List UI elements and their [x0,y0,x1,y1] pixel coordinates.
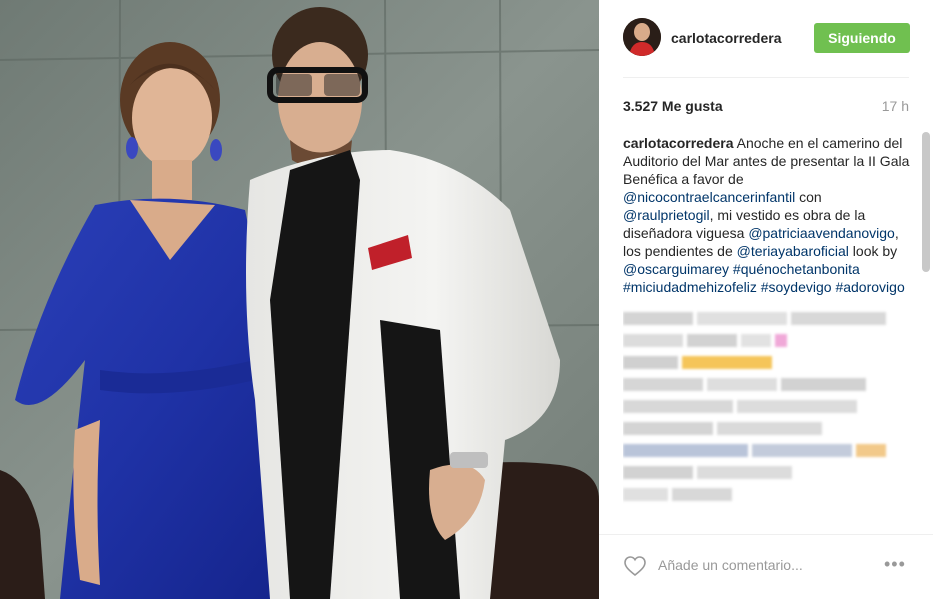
blurred-comment-line [623,484,913,501]
hashtag-link[interactable]: #soydevigo [761,279,832,295]
avatar[interactable] [623,18,661,56]
comments-scrollbar[interactable] [922,132,930,272]
header-divider [623,77,909,78]
mention-link[interactable]: @teriayabaroficial [737,243,849,259]
caption: carlotacorredera Anoche en el camerino d… [623,134,913,296]
footer-divider [599,534,933,535]
mention-link[interactable]: @nicocontraelcancerinfantil [623,189,795,205]
likes-count[interactable]: 3.527 Me gusta [623,98,723,114]
caption-author-link[interactable]: carlotacorredera [623,135,734,151]
post-header: carlotacorredera Siguiendo [623,18,910,58]
blurred-comment-line [623,308,913,325]
post-time[interactable]: 17 h [882,98,909,114]
hashtag-link[interactable]: #adorovigo [835,279,904,295]
blurred-comment-line [623,352,913,369]
blurred-comment-line [623,396,913,413]
post-photo-illustration [0,0,599,599]
mention-link[interactable]: @raulprietogil [623,207,710,223]
hashtag-link[interactable]: #miciudadmehizofeliz [623,279,757,295]
blurred-comment-line [623,330,913,347]
blurred-comment-line [623,374,913,391]
username[interactable]: carlotacorredera [671,30,782,46]
blurred-comment-line [623,418,913,435]
blurred-comment-line [623,440,913,457]
mention-link[interactable]: @patriciaavendanovigo [748,225,895,241]
more-options-icon[interactable]: ••• [884,555,912,573]
blurred-comment-line [623,462,913,479]
post-side-panel: carlotacorredera Siguiendo 3.527 Me gust… [599,0,933,599]
post-photo[interactable] [0,0,599,599]
hashtag-link[interactable]: #quénochetanbonita [733,261,860,277]
caption-text: look by [848,243,898,259]
caption-text: con [795,189,822,205]
blurred-comments [623,308,913,501]
avatar-image [623,18,661,56]
following-button[interactable]: Siguiendo [814,23,910,53]
comment-input[interactable] [658,555,868,575]
mention-link[interactable]: @oscarguimarey [623,261,729,277]
comments-area[interactable]: carlotacorredera Anoche en el camerino d… [623,134,913,529]
heart-outline-icon[interactable] [623,554,647,578]
